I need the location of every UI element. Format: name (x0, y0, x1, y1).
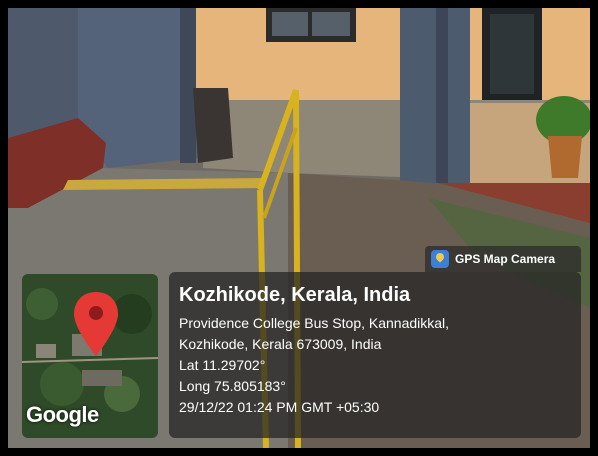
app-badge: GPS Map Camera (425, 246, 581, 272)
longitude-text: Long 75.805183° (179, 378, 286, 394)
datetime-text: 29/12/22 01:24 PM GMT +05:30 (179, 399, 380, 415)
address-line-1: Providence College Bus Stop, Kannadikkal… (179, 315, 450, 331)
google-logo: Google (26, 402, 99, 427)
map-thumbnail: Google (22, 274, 158, 438)
location-title: Kozhikode, Kerala, India (179, 284, 411, 306)
gps-map-camera-icon (431, 250, 449, 268)
location-info-panel: Kozhikode, Kerala, India Providence Coll… (169, 272, 581, 438)
photo-frame: Google GPS Map Camera Kozhikode, Kerala,… (0, 0, 598, 456)
latitude-text: Lat 11.29702° (179, 357, 266, 373)
address-line-2: Kozhikode, Kerala 673009, India (179, 336, 382, 352)
app-badge-label: GPS Map Camera (455, 252, 556, 266)
